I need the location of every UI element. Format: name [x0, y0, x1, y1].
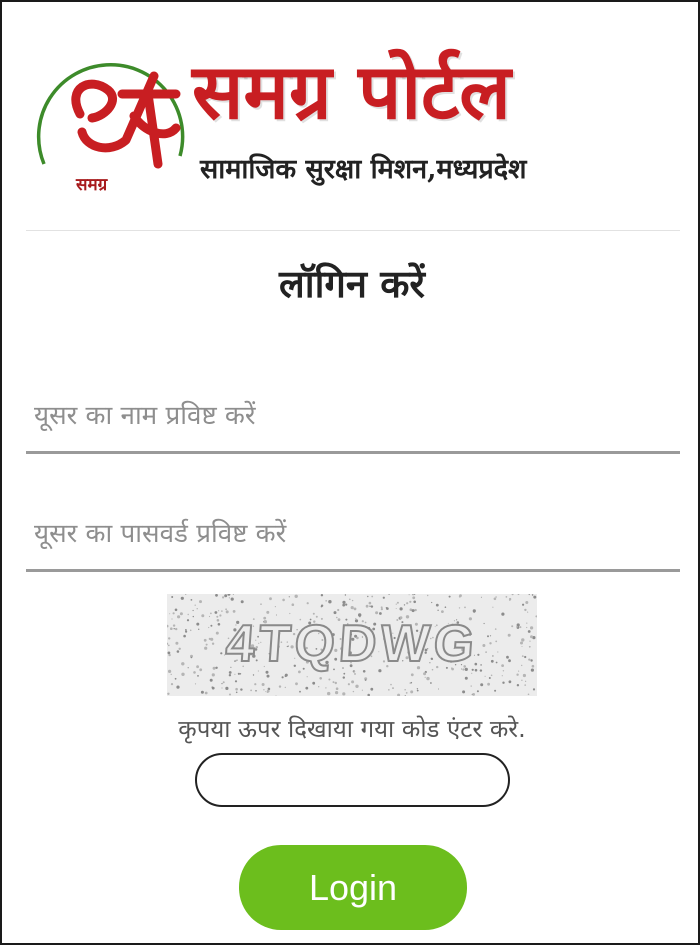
password-field[interactable] [26, 498, 680, 572]
login-button[interactable]: Login [239, 845, 467, 930]
username-field[interactable] [26, 380, 680, 454]
captcha-hint: कृपया ऊपर दिखाया गया कोड एंटर करे. [178, 715, 526, 743]
samagra-emblem-icon [36, 62, 185, 169]
captcha-input[interactable] [195, 753, 510, 807]
header-divider [26, 230, 680, 231]
brand-title: समग्र पोर्टल [192, 47, 511, 136]
brand-subtitle: सामाजिक सुरक्षा मिशन,मध्यप्रदेश [200, 154, 527, 185]
login-heading: लॉगिन करें [279, 262, 425, 306]
login-page: समग्र समग्र पोर्टल सामाजिक सुरक्षा मिशन,… [0, 0, 700, 945]
emblem-caption: समग्र [76, 175, 108, 195]
captcha-image: 4TQDWG [167, 594, 537, 696]
captcha-code: 4TQDWG [223, 614, 481, 674]
